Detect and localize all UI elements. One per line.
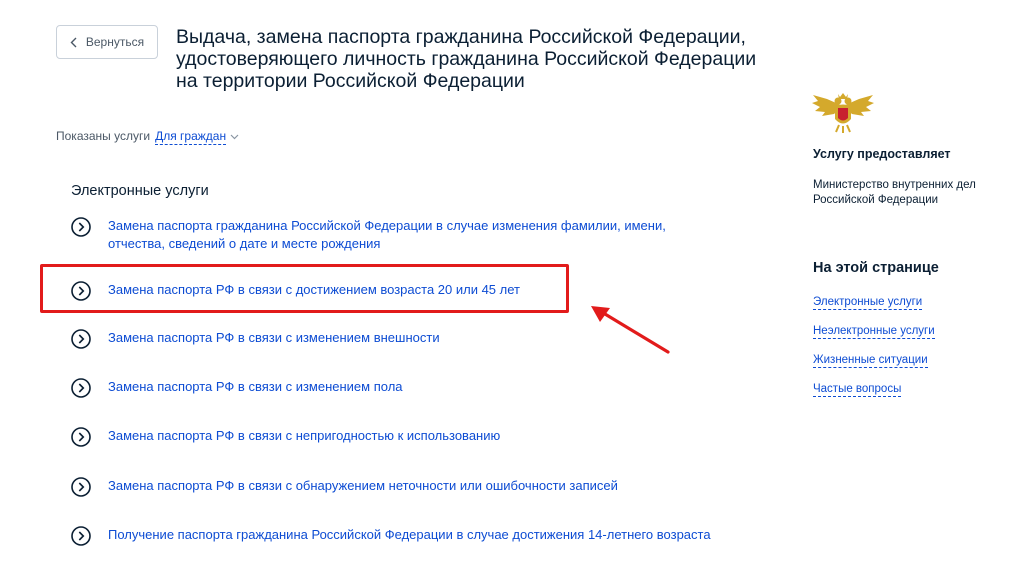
service-link[interactable]: Получение паспорта гражданина Российской… xyxy=(108,526,711,544)
chevron-left-icon xyxy=(70,37,77,48)
service-link[interactable]: Замена паспорта РФ в связи с изменением … xyxy=(108,329,440,347)
circle-arrow-right-icon xyxy=(71,217,91,237)
provider-name: Министерство внутренних дел Российской Ф… xyxy=(813,179,976,206)
toc-link-electronic[interactable]: Электронные услуги xyxy=(813,295,923,310)
back-button[interactable]: Вернуться xyxy=(56,25,158,59)
service-link[interactable]: Замена паспорта РФ в связи с непригоднос… xyxy=(108,427,500,445)
highlight-box xyxy=(40,264,569,313)
circle-arrow-right-icon xyxy=(71,427,91,447)
coat-of-arms-emblem xyxy=(812,93,874,133)
service-link[interactable]: Замена паспорта гражданина Российской Фе… xyxy=(108,217,711,253)
annotation-arrow xyxy=(591,306,670,354)
toc-link-faq[interactable]: Частые вопросы xyxy=(813,382,902,397)
filter-dropdown[interactable]: Для граждан xyxy=(155,129,227,145)
chevron-down-icon[interactable] xyxy=(230,129,239,143)
filter-prefix: Показаны услуги xyxy=(56,129,151,143)
section-heading-electronic: Электронные услуги xyxy=(71,183,209,199)
provider-title: Услугу предоставляет xyxy=(813,147,951,161)
circle-arrow-right-icon xyxy=(71,378,91,398)
service-link[interactable]: Замена паспорта РФ в связи с изменением … xyxy=(108,378,403,396)
service-item[interactable]: Замена паспорта гражданина Российской Фе… xyxy=(71,217,711,253)
circle-arrow-right-icon xyxy=(71,329,91,349)
page-title: Выдача, замена паспорта гражданина Росси… xyxy=(176,26,757,92)
service-item[interactable]: Замена паспорта РФ в связи с непригоднос… xyxy=(71,427,711,447)
toc-link-life-situations[interactable]: Жизненные ситуации xyxy=(813,353,928,368)
service-item[interactable]: Замена паспорта РФ в связи с изменением … xyxy=(71,378,711,398)
circle-arrow-right-icon xyxy=(71,526,91,546)
service-link[interactable]: Замена паспорта РФ в связи с обнаружение… xyxy=(108,477,618,495)
circle-arrow-right-icon xyxy=(71,477,91,497)
toc-link-non-electronic[interactable]: Неэлектронные услуги xyxy=(813,324,935,339)
service-item[interactable]: Замена паспорта РФ в связи с обнаружение… xyxy=(71,477,711,497)
back-button-label: Вернуться xyxy=(85,35,145,49)
service-item[interactable]: Получение паспорта гражданина Российской… xyxy=(71,526,711,546)
toc-title: На этой странице xyxy=(813,260,939,276)
service-filter: Показаны услуги Для граждан xyxy=(56,129,239,145)
